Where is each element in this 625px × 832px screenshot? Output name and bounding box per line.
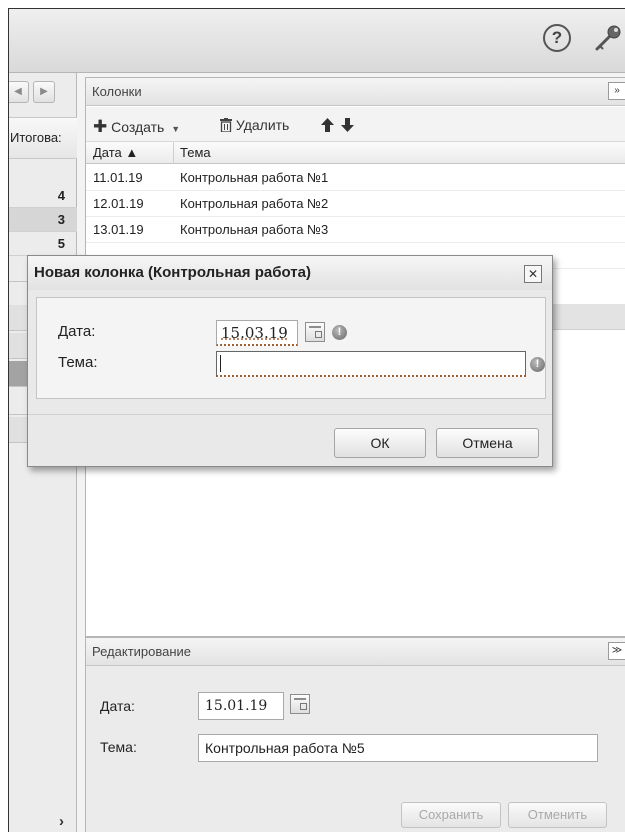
new-column-dialog: Новая колонка (Контрольная работа) ✕ Дат…: [27, 255, 553, 467]
row-topic: Контрольная работа №3: [180, 222, 329, 237]
grade-cell[interactable]: 3: [9, 208, 77, 232]
dialog-topic-label: Тема:: [58, 354, 98, 371]
delete-label: Удалить: [235, 117, 290, 133]
dialog-title: Новая колонка (Контрольная работа): [28, 256, 552, 290]
warning-icon: !: [530, 357, 545, 372]
cancel-button[interactable]: Отмена: [436, 428, 539, 458]
scroll-right-button[interactable]: ▶: [33, 81, 55, 103]
calendar-icon[interactable]: [305, 322, 325, 342]
move-down-icon[interactable]: [340, 117, 355, 133]
dialog-form: Дата: 15.03.19 ! Тема: !: [36, 297, 546, 399]
text-caret: [220, 355, 221, 372]
top-bar: ?: [9, 9, 625, 73]
dialog-topic-field[interactable]: [216, 351, 526, 377]
topic-column-header[interactable]: Тема: [174, 142, 211, 164]
edit-panel-title: Редактирование: [92, 644, 192, 659]
create-button[interactable]: ✚ Создать ▼: [93, 117, 180, 137]
dialog-date-label: Дата:: [58, 323, 96, 340]
edit-panel-header: Редактирование: [86, 638, 625, 666]
create-label: Создать: [111, 119, 165, 135]
grade-cell[interactable]: 4: [9, 184, 77, 208]
row-topic: Контрольная работа №2: [180, 196, 329, 211]
table-row[interactable]: 13.01.19 Контрольная работа №3: [86, 217, 625, 243]
dropdown-arrow-icon[interactable]: ▼: [171, 124, 180, 134]
table-row[interactable]: 11.01.19 Контрольная работа №1: [86, 165, 625, 191]
cancel-edit-button[interactable]: Отменить: [508, 802, 607, 828]
edit-topic-label: Тема:: [100, 739, 137, 755]
scroll-left-button[interactable]: ◀: [9, 81, 29, 103]
row-date: 12.01.19: [93, 196, 144, 211]
close-icon[interactable]: ✕: [524, 265, 542, 283]
move-up-icon[interactable]: [320, 117, 335, 133]
edit-panel: Редактирование ≫ Дата: 15.01.19 Тема: Ко…: [85, 637, 625, 832]
chevron-right-icon[interactable]: ›: [59, 813, 64, 830]
columns-panel-header: Колонки: [86, 78, 625, 106]
edit-date-label: Дата:: [100, 698, 135, 714]
columns-panel-title: Колонки: [92, 84, 142, 99]
save-button[interactable]: Сохранить: [401, 802, 501, 828]
collapse-panel-button[interactable]: »: [608, 82, 625, 100]
columns-toolbar: ✚ Создать ▼ Удалить: [86, 107, 625, 142]
warning-icon: !: [332, 325, 347, 340]
edit-date-field[interactable]: 15.01.19: [198, 692, 284, 720]
dialog-divider: [28, 414, 552, 415]
collapse-edit-panel-button[interactable]: ≫: [608, 642, 625, 660]
edit-topic-field[interactable]: Контрольная работа №5: [198, 734, 598, 762]
calendar-icon[interactable]: [290, 694, 310, 714]
table-row[interactable]: 12.01.19 Контрольная работа №2: [86, 191, 625, 217]
delete-button[interactable]: Удалить: [220, 117, 289, 133]
row-topic: Контрольная работа №1: [180, 170, 329, 185]
dialog-date-field[interactable]: 15.03.19: [216, 320, 298, 346]
ok-button[interactable]: ОК: [334, 428, 426, 458]
trash-icon: [220, 118, 232, 133]
key-icon[interactable]: [593, 23, 623, 53]
plus-icon: ✚: [93, 117, 108, 136]
row-date: 11.01.19: [93, 170, 143, 185]
final-grade-column-header[interactable]: Итогова:: [9, 117, 77, 159]
grade-cell[interactable]: 5: [9, 232, 77, 256]
date-column-header[interactable]: Дата ▲: [86, 142, 174, 164]
columns-grid-header: Дата ▲ Тема: [86, 142, 625, 164]
help-icon[interactable]: ?: [543, 24, 571, 52]
row-date: 13.01.19: [93, 222, 144, 237]
